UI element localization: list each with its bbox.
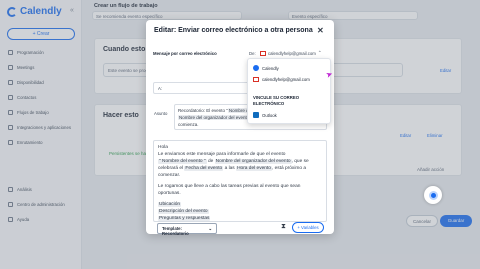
- dropdown-item-label: calendlyhelp@gmail.com: [262, 77, 310, 82]
- body-line: Le enviamos este mensaje para informarle…: [158, 152, 286, 157]
- body-line: " Nombre del evento " de Nombre del orga…: [158, 158, 322, 165]
- calendly-icon: [253, 65, 259, 71]
- gmail-icon: [260, 50, 266, 56]
- gmail-icon: [253, 77, 259, 82]
- body-chip-row: Preguntas y respuestas: [158, 215, 322, 221]
- from-select[interactable]: calendlyhelp@gmail.com ⌃: [260, 50, 321, 56]
- link-email-heading: VINCULE SU CORREO ELECTRÓNICO: [253, 95, 300, 106]
- body-text: de: [207, 159, 214, 164]
- variable-chip[interactable]: " Nombre del evento ": [158, 159, 207, 164]
- variable-chip[interactable]: Ubicación: [158, 202, 182, 207]
- from-value: calendlyhelp@gmail.com: [268, 50, 316, 56]
- hourglass-icon[interactable]: ⧗: [281, 223, 286, 231]
- body-text: , está próximo a: [271, 166, 307, 171]
- dropdown-item-label: Calendly: [262, 65, 279, 71]
- variable-chip[interactable]: Nombre del organizador del evento: [214, 159, 292, 164]
- variable-chip[interactable]: Hora del evento: [236, 166, 272, 171]
- variable-chip[interactable]: Preguntas y respuestas: [158, 216, 211, 221]
- edit-email-modal: Editar: Enviar correo electrónico a otra…: [146, 20, 334, 234]
- body-text: , que se: [291, 159, 309, 164]
- from-label: De:: [249, 51, 256, 56]
- body-line: oportunas.: [158, 191, 181, 196]
- app-screen: Calendly « + Crear Programación Meetings…: [0, 0, 480, 269]
- variable-chip[interactable]: Descripción del evento: [158, 209, 209, 214]
- subject-text: comienza.: [178, 122, 199, 127]
- email-body-field[interactable]: Hola Le enviamos este mensaje para infor…: [153, 140, 327, 222]
- email-section-label: Mensaje por correo electrónico: [153, 51, 217, 56]
- body-text: a las: [224, 166, 235, 171]
- body-line: comenzar.: [158, 173, 181, 178]
- body-chip-row: Descripción del evento: [158, 208, 322, 215]
- chevron-down-icon: ⌄: [208, 226, 212, 231]
- subject-label: Asunto: [154, 111, 168, 116]
- dropdown-item-label: Outlook: [262, 112, 277, 118]
- dropdown-item-gmail[interactable]: calendlyhelp@gmail.com: [253, 77, 310, 82]
- chat-icon: [428, 190, 438, 200]
- outlook-icon: [253, 112, 259, 118]
- from-dropdown-menu: Calendly calendlyhelp@gmail.com VINCULE …: [247, 58, 331, 124]
- subject-text: Recordatorio: El evento ": [178, 108, 228, 113]
- body-line: celebrará el Fecha del evento a las Hora…: [158, 165, 322, 172]
- template-label: Template: Recordatorio: [162, 226, 189, 236]
- dropdown-item-calendly[interactable]: Calendly: [253, 65, 279, 71]
- variables-button[interactable]: + Variables: [292, 222, 324, 233]
- body-chip-row: Ubicación: [158, 201, 322, 208]
- template-select[interactable]: Template: Recordatorio ⌄: [157, 223, 217, 236]
- variable-chip[interactable]: Fecha del evento: [184, 166, 224, 171]
- close-icon[interactable]: ✕: [317, 26, 324, 35]
- chevron-up-icon: ⌃: [317, 50, 322, 55]
- variable-chip[interactable]: Nombre del organizador del evento: [178, 115, 251, 120]
- body-greeting: Hola: [158, 145, 168, 150]
- modal-title: Editar: Enviar correo electrónico a otra…: [154, 27, 313, 34]
- body-line: Le rogamos que lleve a cabo las tareas p…: [158, 184, 301, 189]
- dropdown-item-outlook[interactable]: Outlook: [253, 112, 277, 118]
- body-text: celebrará el: [158, 166, 184, 171]
- chat-launcher[interactable]: [424, 186, 442, 204]
